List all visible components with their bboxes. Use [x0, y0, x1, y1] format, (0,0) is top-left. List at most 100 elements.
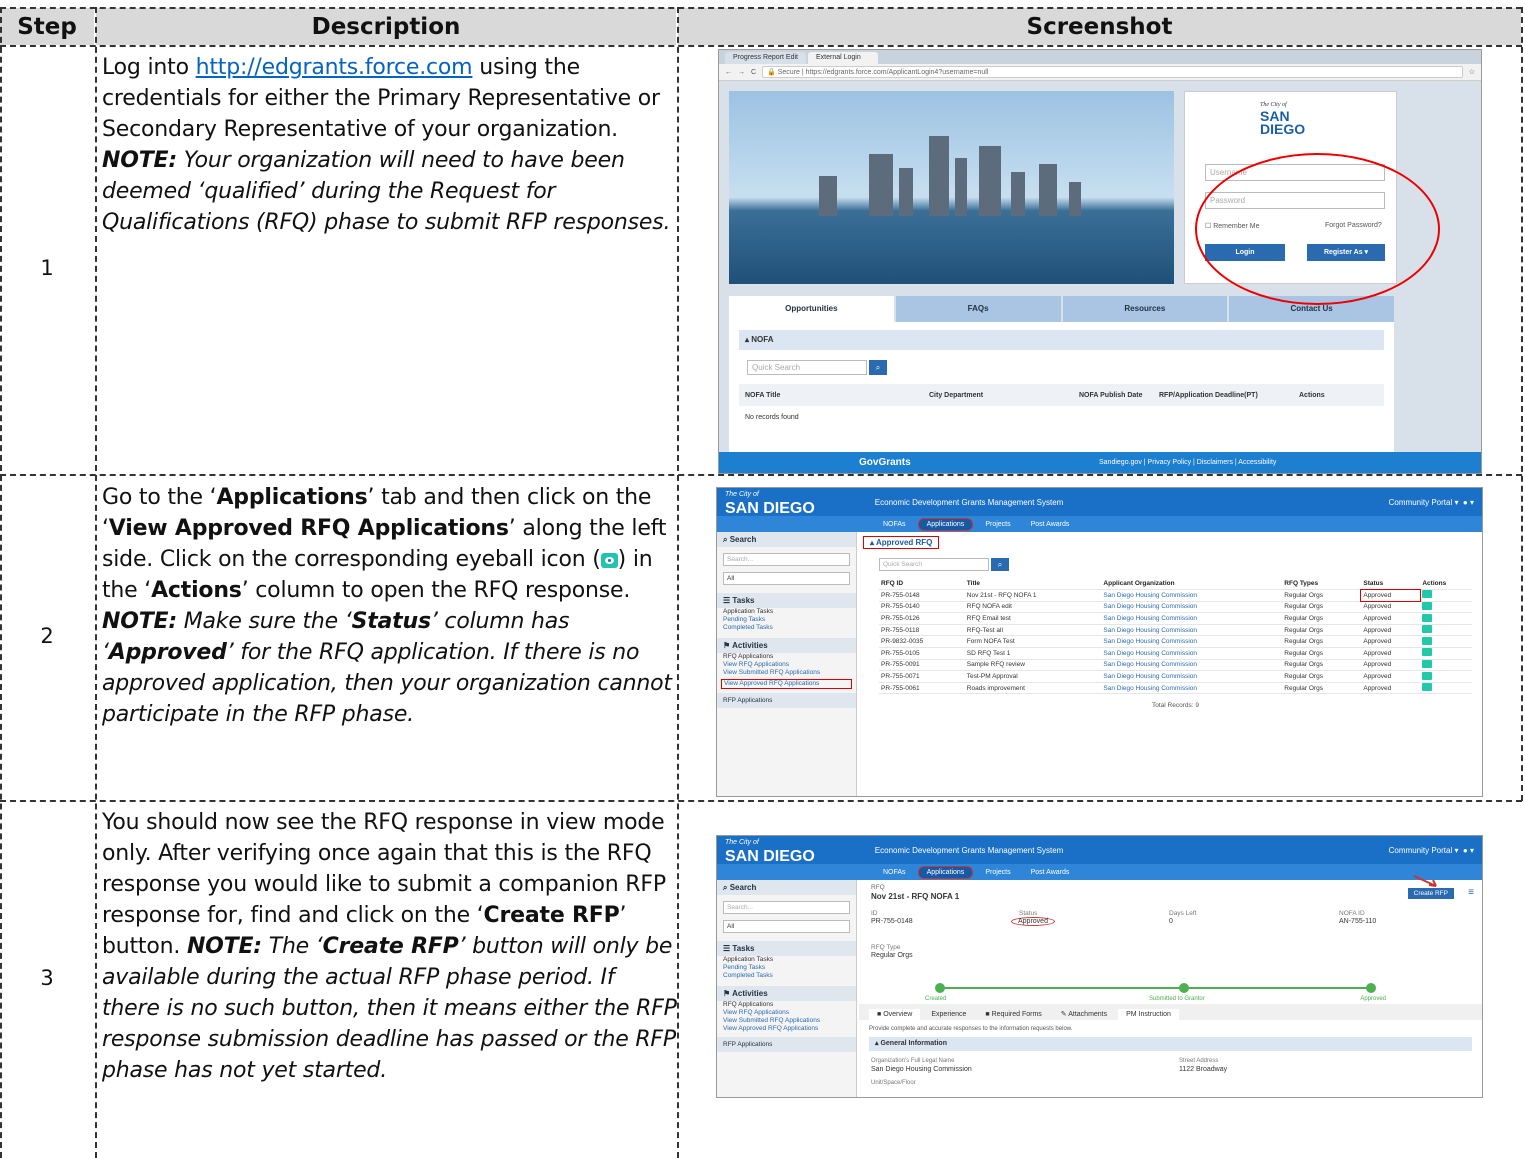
sidebar-item-view-rfq[interactable]: View RFQ Applications [717, 1009, 856, 1017]
table-cell[interactable]: San Diego Housing Commission [1101, 682, 1283, 695]
eye-icon[interactable] [1422, 648, 1433, 657]
eye-icon[interactable] [1422, 590, 1433, 599]
quick-search-input[interactable]: Quick Search [879, 558, 989, 571]
sidebar-search-header[interactable]: ⌕ Search [717, 532, 856, 547]
eye-icon[interactable] [1422, 601, 1433, 610]
tab-required-forms[interactable]: ■ Required Forms [977, 1009, 1049, 1020]
tab-faqs[interactable]: FAQs [895, 296, 1061, 322]
nav-post-awards[interactable]: Post Awards [1023, 867, 1078, 878]
status-cell: Approved [1361, 601, 1421, 614]
sidebar-item-view-approved[interactable]: View Approved RFQ Applications [717, 1025, 856, 1033]
browser-tab[interactable]: External Login [807, 52, 878, 64]
tab-experience[interactable]: Experience [923, 1009, 974, 1020]
table-cell[interactable]: San Diego Housing Commission [1101, 647, 1283, 660]
community-portal-menu[interactable]: Community Portal ▾ ● ▾ [1389, 498, 1474, 507]
table-cell[interactable]: San Diego Housing Commission [1101, 624, 1283, 637]
sidebar-activities-header[interactable]: ⚑ Activities [717, 638, 856, 653]
sidebar-item-completed-tasks[interactable]: Completed Tasks [717, 972, 856, 980]
sidebar-item-rfq-applications[interactable]: RFQ Applications [717, 1001, 856, 1009]
sidebar-item-view-submitted[interactable]: View Submitted RFQ Applications [717, 1017, 856, 1025]
star-icon[interactable]: ☆ [1469, 68, 1475, 76]
table-cell[interactable]: San Diego Housing Commission [1101, 670, 1283, 683]
nav-post-awards[interactable]: Post Awards [1023, 519, 1078, 530]
nofa-section-header[interactable]: ▴ NOFA [739, 330, 1384, 350]
sidebar-tasks-header[interactable]: ☰ Tasks [717, 941, 856, 956]
forward-icon[interactable]: → [738, 69, 745, 76]
actions-cell [1420, 612, 1472, 625]
nav-projects[interactable]: Projects [977, 519, 1018, 530]
sidebar-item-view-rfq[interactable]: View RFQ Applications [717, 661, 856, 669]
nav-nofas[interactable]: NOFAs [875, 867, 914, 878]
browser-tab[interactable]: Progress Report Edit [725, 52, 806, 64]
quick-search-input[interactable]: Quick Search [747, 360, 867, 375]
id-value: PR-755-0148 [871, 918, 913, 925]
general-info-header[interactable]: ▴ General Information [869, 1037, 1472, 1051]
tab-opportunities[interactable]: Opportunities [729, 296, 894, 322]
table-row: PR-755-0126 RFQ Email test San Diego Housi… [879, 612, 1472, 625]
reload-icon[interactable]: C [751, 69, 756, 76]
table-cell[interactable]: San Diego Housing Commission [1101, 659, 1283, 672]
sidebar-search-input[interactable]: Search... [723, 553, 850, 566]
table-cell[interactable]: San Diego Housing Commission [1101, 635, 1283, 649]
step-number: 3 [40, 966, 54, 990]
search-icon[interactable]: ⌕ [869, 360, 887, 375]
nav-applications[interactable]: Applications [917, 517, 974, 531]
community-portal-menu[interactable]: Community Portal ▾ ● ▾ [1389, 846, 1474, 855]
sidebar-search-header[interactable]: ⌕ Search [717, 880, 856, 895]
stage-marker [1179, 983, 1189, 993]
sidebar-item-pending-tasks[interactable]: Pending Tasks [717, 964, 856, 972]
table-cell: PR-755-0105 [879, 647, 965, 660]
sidebar-filter-select[interactable]: All [723, 572, 850, 585]
sidebar-item-application-tasks[interactable]: Application Tasks [717, 608, 856, 616]
user-avatar-icon: ● [1462, 497, 1468, 507]
sidebar-item-view-submitted[interactable]: View Submitted RFQ Applications [717, 669, 856, 677]
sidebar-activities-header[interactable]: ⚑ Activities [717, 986, 856, 1001]
sidebar-item-application-tasks[interactable]: Application Tasks [717, 956, 856, 964]
status-cell: Approved [1361, 647, 1421, 660]
approved-rfq-section-title[interactable]: ▴ Approved RFQ [863, 536, 940, 549]
system-title: Economic Development Grants Management S… [874, 497, 1064, 507]
tab-pm-instruction[interactable]: PM Instruction [1118, 1009, 1179, 1020]
user-avatar-icon: ● [1462, 845, 1468, 855]
rfq-detail-main: RFQ Nov 21st - RFQ NOFA 1 Create RFP ≡ I… [859, 875, 1482, 1097]
edgrants-link[interactable]: http://edgrants.force.com [196, 55, 473, 80]
table-cell: Roads improvement [964, 682, 1102, 695]
nav-applications[interactable]: Applications [917, 865, 974, 879]
eye-icon[interactable] [1422, 671, 1433, 680]
table-cell[interactable]: San Diego Housing Commission [1101, 589, 1283, 602]
search-icon[interactable]: ⌕ [991, 558, 1009, 571]
sidebar-item-pending-tasks[interactable]: Pending Tasks [717, 616, 856, 624]
tab-resources[interactable]: Resources [1062, 296, 1228, 322]
url-field[interactable]: 🔒 Secure | https://edgrants.force.com/Ap… [762, 66, 1463, 78]
back-icon[interactable]: ← [725, 69, 732, 76]
tab-attachments[interactable]: ✎ Attachments [1053, 1008, 1115, 1020]
status-cell: Approved [1361, 635, 1421, 649]
eye-icon[interactable] [1422, 659, 1433, 668]
sidebar-item-rfp-applications[interactable]: RFP Applications [717, 693, 856, 708]
sidebar-search-input[interactable]: Search... [723, 901, 850, 914]
menu-icon[interactable]: ≡ [1468, 888, 1474, 898]
actions-cell [1420, 635, 1472, 649]
sidebar-item-rfq-applications[interactable]: RFQ Applications [717, 653, 856, 661]
footer-links[interactable]: Sandiego.gov | Privacy Policy | Disclaim… [1099, 452, 1276, 473]
nav-projects[interactable]: Projects [977, 867, 1018, 878]
nav-nofas[interactable]: NOFAs [875, 519, 914, 530]
sidebar-item-rfp-applications[interactable]: RFP Applications [717, 1037, 856, 1052]
eye-icon[interactable] [1422, 613, 1433, 622]
sidebar-item-view-approved[interactable]: View Approved RFQ Applications [721, 679, 852, 689]
table-cell: Regular Orgs [1282, 589, 1362, 602]
table-cell: PR-755-0091 [879, 659, 965, 672]
sidebar-tasks-header[interactable]: ☰ Tasks [717, 593, 856, 608]
tab-overview[interactable]: ■ Overview [869, 1009, 921, 1020]
sidebar-item-completed-tasks[interactable]: Completed Tasks [717, 624, 856, 632]
table-cell[interactable]: San Diego Housing Commission [1101, 601, 1283, 614]
browser-address-bar: ← → C 🔒 Secure | https://edgrants.force.co… [719, 64, 1481, 81]
street-address-label: Street Address [1179, 1058, 1219, 1064]
table-cell: Regular Orgs [1282, 601, 1362, 614]
eye-icon[interactable] [1422, 683, 1433, 692]
table-cell[interactable]: San Diego Housing Commission [1101, 612, 1283, 625]
sidebar-filter-select[interactable]: All [723, 920, 850, 933]
eye-icon[interactable] [1422, 625, 1433, 634]
step-number: 2 [40, 624, 54, 648]
eye-icon[interactable] [1422, 636, 1433, 645]
